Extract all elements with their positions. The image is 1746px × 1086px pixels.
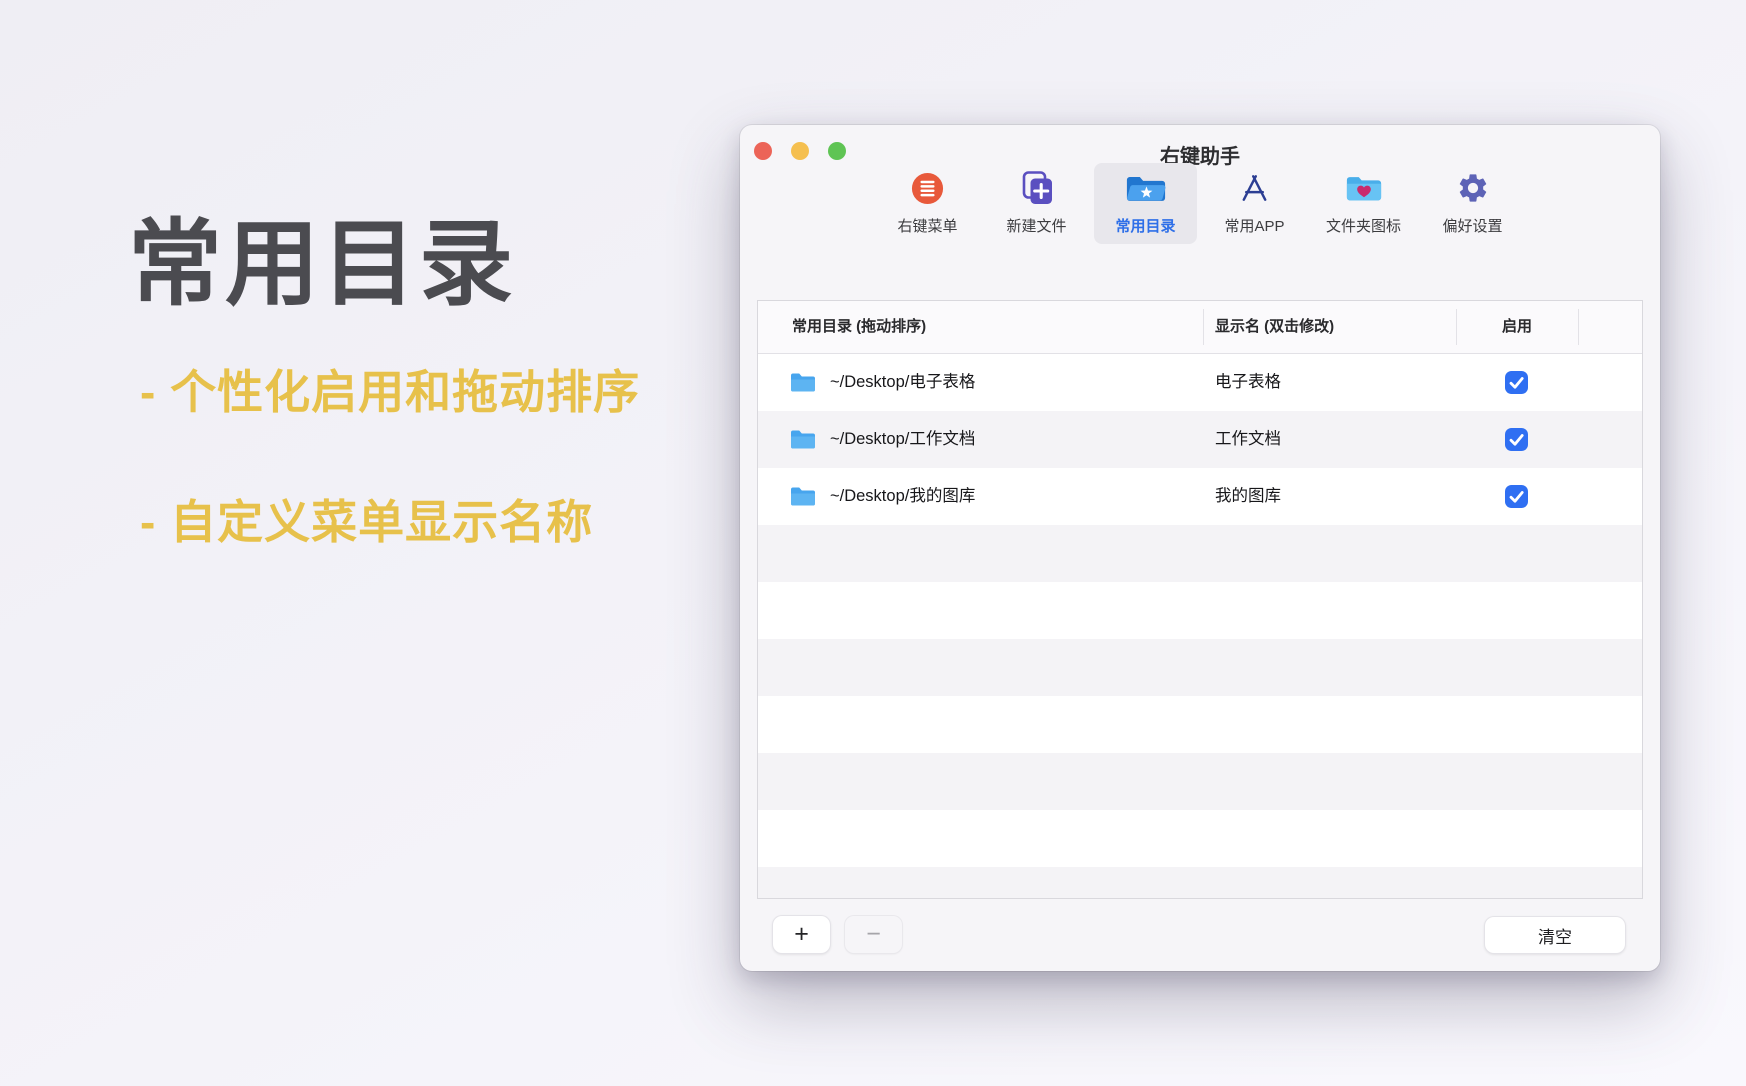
toolbar: 右键菜单 新建文件	[740, 163, 1660, 244]
tab-folder-icons[interactable]: 文件夹图标	[1312, 163, 1415, 244]
tab-new-file[interactable]: 新建文件	[985, 163, 1088, 244]
folder-star-icon	[1125, 168, 1167, 208]
empty-row	[758, 810, 1642, 867]
tab-label: 常用APP	[1224, 215, 1284, 236]
enabled-checkbox-checked[interactable]	[1505, 485, 1528, 508]
directory-path: ~/Desktop/电子表格	[830, 354, 975, 411]
directory-path: ~/Desktop/我的图库	[830, 468, 975, 525]
tab-right-click-menu[interactable]: 右键菜单	[876, 163, 979, 244]
empty-row	[758, 639, 1642, 696]
slide-background: 常用目录 - 个性化启用和拖动排序 - 自定义菜单显示名称 右键助手	[0, 0, 1746, 1086]
clear-all-button[interactable]: 清空	[1485, 917, 1625, 953]
tab-frequent-directories[interactable]: 常用目录	[1094, 163, 1197, 244]
slide-bullet-2: - 自定义菜单显示名称	[140, 486, 593, 552]
folder-heart-icon	[1345, 168, 1383, 208]
slide-bullet-1: - 个性化启用和拖动排序	[140, 356, 640, 422]
tab-preferences[interactable]: 偏好设置	[1421, 163, 1524, 244]
display-name[interactable]: 我的图库	[1215, 468, 1281, 525]
table-header: 常用目录 (拖动排序) 显示名 (双击修改) 启用	[758, 301, 1642, 354]
table-row[interactable]: ~/Desktop/我的图库 我的图库	[758, 468, 1642, 525]
empty-row	[758, 753, 1642, 810]
tab-frequent-apps[interactable]: 常用APP	[1203, 163, 1306, 244]
new-file-icon	[1019, 168, 1055, 208]
folder-icon	[790, 429, 816, 455]
empty-row	[758, 525, 1642, 582]
enabled-checkbox-checked[interactable]	[1505, 371, 1528, 394]
app-store-icon	[1237, 168, 1272, 208]
directory-path: ~/Desktop/工作文档	[830, 411, 975, 468]
empty-row	[758, 867, 1642, 899]
table-row[interactable]: ~/Desktop/工作文档 工作文档	[758, 411, 1642, 468]
display-name[interactable]: 电子表格	[1215, 354, 1281, 411]
tab-label: 新建文件	[1006, 215, 1066, 236]
table-row[interactable]: ~/Desktop/电子表格 电子表格	[758, 354, 1642, 411]
remove-directory-button[interactable]: −	[845, 916, 902, 953]
tab-label: 偏好设置	[1442, 215, 1502, 236]
add-directory-button[interactable]: +	[773, 916, 830, 953]
tab-label: 常用目录	[1115, 215, 1175, 236]
empty-row	[758, 582, 1642, 639]
header-display-name: 显示名 (双击修改)	[1215, 301, 1334, 353]
menu-lines-icon	[910, 168, 945, 208]
enabled-checkbox-checked[interactable]	[1505, 428, 1528, 451]
tab-label: 文件夹图标	[1326, 215, 1401, 236]
column-divider	[1578, 309, 1579, 345]
column-divider	[1456, 309, 1457, 345]
header-enabled: 启用	[1456, 301, 1578, 353]
column-divider	[1203, 309, 1204, 345]
table-body: ~/Desktop/电子表格 电子表格	[758, 354, 1642, 899]
directories-table: 常用目录 (拖动排序) 显示名 (双击修改) 启用 ~/Desktop/电子表格	[757, 300, 1643, 899]
gear-icon	[1456, 168, 1490, 208]
folder-icon	[790, 486, 816, 512]
display-name[interactable]: 工作文档	[1215, 411, 1281, 468]
app-window: 右键助手 右键菜单	[740, 125, 1660, 971]
empty-row	[758, 696, 1642, 753]
folder-icon	[790, 372, 816, 398]
slide-title: 常用目录	[128, 188, 516, 324]
tab-label: 右键菜单	[897, 215, 957, 236]
header-directory: 常用目录 (拖动排序)	[792, 301, 926, 353]
